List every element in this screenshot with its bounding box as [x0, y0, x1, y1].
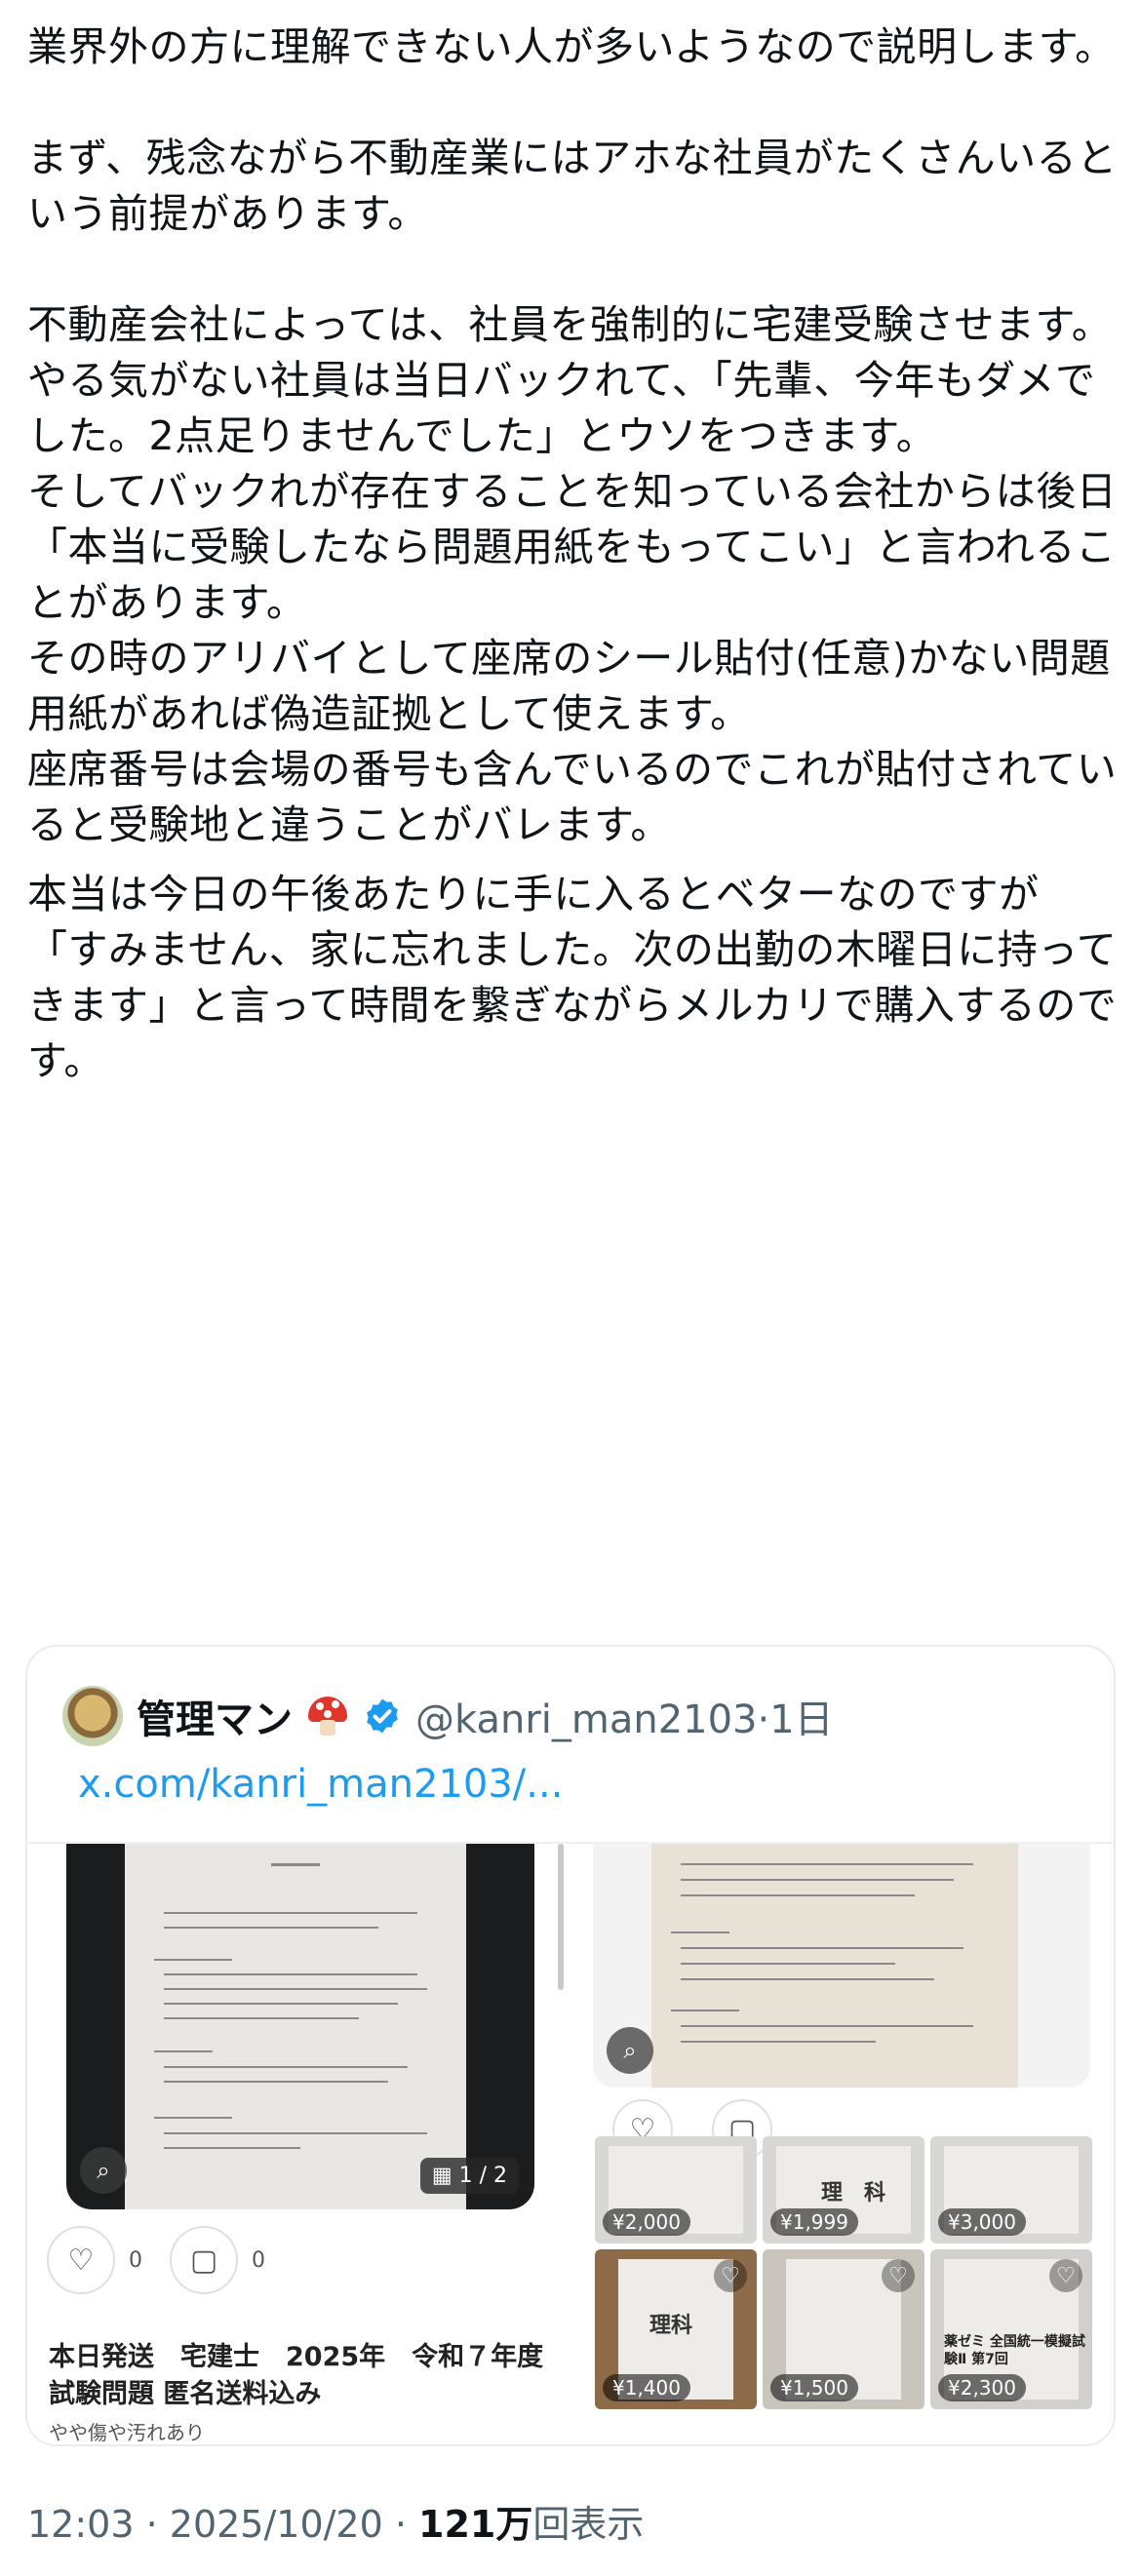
listing-actions: ♡ 0 ▢ 0 — [47, 2226, 265, 2294]
listing-condition: やや傷や汚れあり — [49, 2421, 205, 2444]
tile-price: ¥2,300 — [938, 2374, 1026, 2401]
separator-dot: · — [134, 2503, 170, 2546]
view-count: 121万 — [418, 2503, 533, 2546]
mushroom-emoji-icon — [306, 1695, 349, 1737]
view-count-label: 回表示 — [532, 2503, 645, 2546]
comment-icon: ▢ — [189, 2243, 218, 2278]
like-count: 0 — [129, 2247, 142, 2273]
post-paragraph: 業界外の方に理解できない人が多いようなので説明します。 — [27, 23, 1116, 70]
photo-counter-text: 1 / 2 — [458, 2164, 507, 2188]
post-paragraph: まず、残念ながら不動産業にはアホな社員がたくさんいるという前提があります。 — [27, 135, 1118, 237]
listing-photo[interactable]: ⌕ — [593, 1844, 1090, 2088]
photo-counter: ▦ 1 / 2 — [419, 2158, 519, 2194]
comment-button[interactable]: ▢ — [170, 2226, 238, 2294]
listing-tile[interactable]: 理科 ♡ ¥1,400 — [595, 2249, 757, 2409]
listing-photo[interactable]: ⌕ ▦ 1 / 2 — [66, 1844, 534, 2209]
quoted-post-card[interactable]: 管理マン @kanri_man2103·1日 x.com/kanri_man21… — [25, 1645, 1116, 2446]
heart-icon: ♡ — [67, 2243, 95, 2278]
tile-price: ¥1,400 — [603, 2374, 690, 2401]
author-name[interactable]: 管理マン — [137, 1688, 293, 1744]
post-paragraph: その時のアリバイとして座席のシール貼付(任意)かない問題用紙があれば偽造証拠とし… — [27, 635, 1111, 737]
post-paragraph: そしてバックれが存在することを知っている会社からは後日「本当に受験したなら問題用… — [27, 468, 1118, 626]
tile-price: ¥2,000 — [603, 2208, 690, 2236]
listing-tile[interactable]: 薬ゼミ 全国統一模擬試験Ⅱ 第7回 ♡ ¥2,300 — [930, 2249, 1092, 2409]
quoted-link[interactable]: x.com/kanri_man2103/... — [78, 1762, 563, 1807]
tile-price: ¥3,000 — [938, 2208, 1026, 2236]
post-paragraph: 不動産会社によっては、社員を強制的に宅建受験させます。やる気がない社員は当日バッ… — [27, 301, 1113, 459]
tile-price: ¥1,999 — [770, 2208, 858, 2236]
heart-icon[interactable]: ♡ — [882, 2259, 915, 2292]
tile-doc-title: 理科 — [649, 2314, 693, 2338]
tile-doc-title: 理 科 — [821, 2181, 886, 2205]
scrollbar[interactable] — [558, 1844, 564, 1990]
image-search-icon[interactable]: ⌕ — [80, 2147, 127, 2194]
tile-price: ¥1,500 — [770, 2374, 858, 2401]
like-button[interactable]: ♡ — [47, 2226, 115, 2294]
listing-title[interactable]: 本日発送 宅建士 2025年 令和７年度 試験問題 匿名送料込み — [49, 2339, 570, 2413]
comment-count: 0 — [252, 2247, 265, 2273]
listing-tile[interactable]: ♡ ¥1,500 — [763, 2249, 925, 2409]
verified-badge-icon — [367, 1698, 398, 1734]
author-handle[interactable]: @kanri_man2103·1日 — [415, 1688, 834, 1744]
listing-screenshot-left: ⌕ ▦ 1 / 2 ♡ 0 ▢ 0 本日発送 宅建士 2025年 令和７年度 試… — [27, 1844, 593, 2444]
quoted-post-header: 管理マン @kanri_man2103·1日 — [62, 1682, 834, 1750]
post-time[interactable]: 12:03 — [27, 2503, 135, 2546]
post-paragraph: 本当は今日の午後あたりに手に入るとベターなのですが「すみません、家に忘れました。… — [27, 871, 1118, 1084]
listing-tile[interactable]: ¥3,000 — [930, 2136, 1092, 2244]
post-date[interactable]: 2025/10/20 — [170, 2503, 383, 2546]
avatar[interactable] — [62, 1686, 123, 1746]
handle-text: @kanri_man2103 — [415, 1698, 758, 1742]
heart-icon[interactable]: ♡ — [714, 2259, 747, 2292]
heart-icon[interactable]: ♡ — [1049, 2259, 1082, 2292]
listing-tile[interactable]: 理 科 ¥1,999 — [763, 2136, 925, 2244]
listing-tile[interactable]: ¥2,000 — [595, 2136, 757, 2244]
post-body: 業界外の方に理解できない人が多いようなので説明します。 まず、残念ながら不動産業… — [27, 20, 1120, 1089]
post-meta: 12:03 · 2025/10/20 · 121万回表示 — [27, 2494, 644, 2548]
separator-dot: · — [382, 2503, 419, 2546]
post-paragraph: 座席番号は会場の番号も含んでいるのでこれが貼付されていると受験地と違うことがバレ… — [27, 746, 1118, 848]
separator-dot: · — [757, 1698, 770, 1742]
post-time: 1日 — [769, 1698, 834, 1742]
listing-grid: ¥2,000 理 科 ¥1,999 ¥3,000 理科 ♡ ¥1,400 ♡ ¥… — [595, 2136, 1114, 2409]
listing-screenshot-right: ⌕ ♡ ▢ ¥2,000 理 科 ¥1,999 ¥3,000 理科 ♡ ¥1,4… — [593, 1844, 1114, 2444]
tile-caption: 薬ゼミ 全国統一模擬試験Ⅱ 第7回 — [944, 2334, 1085, 2367]
image-search-icon[interactable]: ⌕ — [607, 2027, 653, 2074]
